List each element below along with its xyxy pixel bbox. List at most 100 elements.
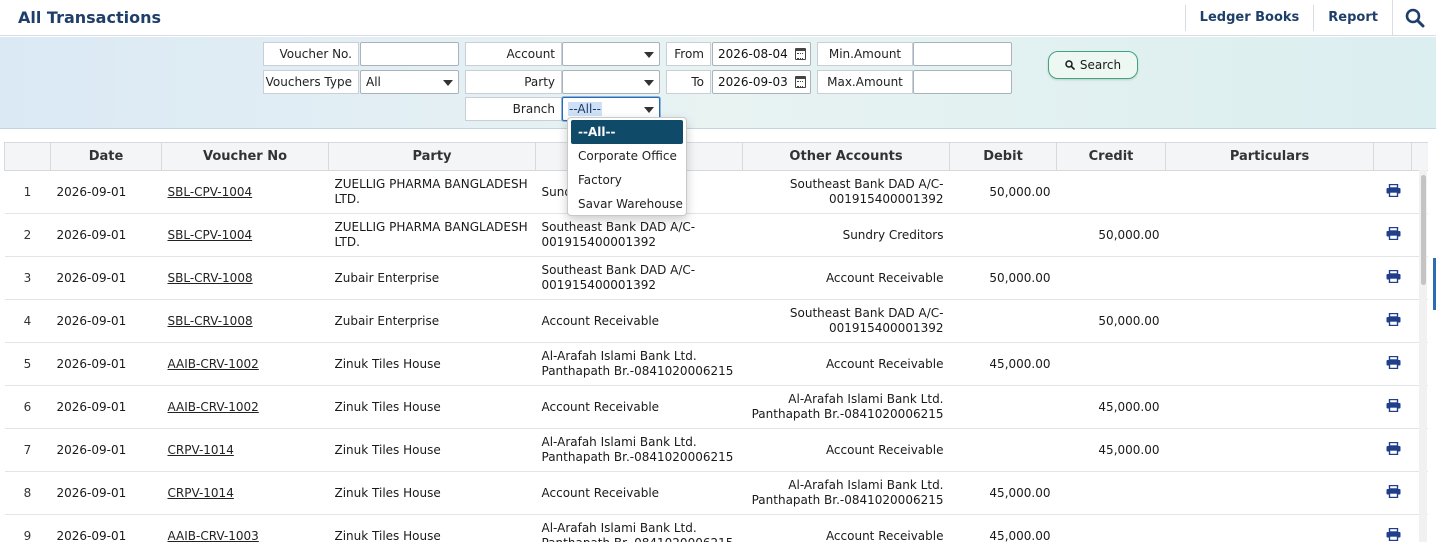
row-date: 2026-09-01: [50, 385, 162, 429]
col-header-other-accounts[interactable]: Other Accounts: [742, 142, 950, 171]
chevron-down-icon: [644, 107, 654, 113]
search-icon: [1405, 8, 1424, 28]
printer-icon[interactable]: [1386, 441, 1400, 455]
row-date: 2026-09-01: [50, 514, 162, 542]
voucher-no-input[interactable]: [360, 42, 459, 66]
print-cell: [1373, 256, 1412, 300]
row-account: Southeast Bank DAD A/C-001915400001392: [535, 256, 743, 300]
row-particulars: [1165, 299, 1374, 343]
voucher-no-link[interactable]: CRPV-1014: [161, 428, 329, 472]
table-scrollbar-thumb[interactable]: [1421, 175, 1426, 285]
search-button-label: Search: [1079, 58, 1122, 72]
search-button[interactable]: Search: [1048, 51, 1138, 79]
branch-label: Branch: [465, 97, 562, 121]
table-row[interactable]: 4 2026-09-01 SBL-CRV-1008 Zubair Enterprise…: [4, 299, 1428, 343]
row-debit: 50,000.00: [949, 256, 1057, 300]
branch-option-all[interactable]: --All--: [571, 120, 683, 144]
row-debit: 50,000.00: [949, 170, 1057, 214]
row-particulars: [1165, 213, 1374, 257]
printer-icon[interactable]: [1386, 527, 1400, 541]
voucher-no-link[interactable]: SBL-CPV-1004: [161, 170, 329, 214]
calendar-icon[interactable]: [795, 76, 806, 88]
row-debit: 45,000.00: [949, 342, 1057, 386]
row-credit: [1056, 342, 1166, 386]
table-row[interactable]: 3 2026-09-01 SBL-CRV-1008 Zubair Enterprise…: [4, 256, 1428, 300]
to-label: To: [666, 70, 711, 94]
print-cell: [1373, 428, 1412, 472]
col-header-voucher-no[interactable]: Voucher No: [161, 142, 329, 171]
party-select[interactable]: [562, 70, 660, 94]
row-index: 4: [4, 299, 51, 343]
col-header-party[interactable]: Party: [328, 142, 536, 171]
printer-icon[interactable]: [1386, 312, 1400, 326]
col-header-index: [4, 142, 51, 171]
col-header-date[interactable]: Date: [50, 142, 162, 171]
row-party: ZUELLIG PHARMA BANGLADESH LTD.: [328, 170, 536, 214]
col-header-actions: [1373, 142, 1412, 171]
printer-icon[interactable]: [1386, 355, 1400, 369]
row-date: 2026-09-01: [50, 342, 162, 386]
voucher-no-link[interactable]: CRPV-1014: [161, 471, 329, 515]
row-date: 2026-09-01: [50, 428, 162, 472]
printer-icon[interactable]: [1386, 269, 1400, 283]
table-row[interactable]: 7 2026-09-01 CRPV-1014 Zinuk Tiles House Al-…: [4, 428, 1428, 472]
row-date: 2026-09-01: [50, 256, 162, 300]
row-particulars: [1165, 342, 1374, 386]
col-header-credit[interactable]: Credit: [1056, 142, 1166, 171]
printer-icon[interactable]: [1386, 226, 1400, 240]
row-account: Al-Arafah Islami Bank Ltd. Panthapath Br…: [535, 428, 743, 472]
col-header-particulars[interactable]: Particulars: [1165, 142, 1374, 171]
row-date: 2026-09-01: [50, 471, 162, 515]
transactions-table-container: Date Voucher No Party Other Accounts Deb…: [4, 142, 1428, 542]
row-other-accounts: Al-Arafah Islami Bank Ltd. Panthapath Br…: [742, 471, 950, 515]
voucher-no-link[interactable]: AAIB-CRV-1002: [161, 342, 329, 386]
to-date-input[interactable]: 2026-09-03: [712, 70, 811, 94]
printer-icon[interactable]: [1386, 183, 1400, 197]
branch-option-savar-warehouse[interactable]: Savar Warehouse: [568, 192, 686, 216]
table-row[interactable]: 9 2026-09-01 AAIB-CRV-1003 Zinuk Tiles Hous…: [4, 514, 1428, 542]
voucher-no-link[interactable]: AAIB-CRV-1002: [161, 385, 329, 429]
row-particulars: [1165, 170, 1374, 214]
max-amount-input[interactable]: [913, 70, 1012, 94]
voucher-no-link[interactable]: SBL-CRV-1008: [161, 256, 329, 300]
row-date: 2026-09-01: [50, 213, 162, 257]
from-label: From: [666, 42, 711, 66]
report-link[interactable]: Report: [1313, 5, 1392, 31]
voucher-no-link[interactable]: SBL-CPV-1004: [161, 213, 329, 257]
top-bar: All Transactions Ledger Books Report: [0, 0, 1436, 36]
ledger-books-link[interactable]: Ledger Books: [1184, 5, 1314, 31]
chevron-down-icon: [443, 80, 453, 86]
printer-icon[interactable]: [1386, 484, 1400, 498]
vouchers-type-select[interactable]: All: [360, 70, 459, 94]
row-party: Zubair Enterprise: [328, 256, 536, 300]
print-cell: [1373, 385, 1412, 429]
global-search-button[interactable]: [1392, 0, 1436, 36]
chevron-down-icon: [644, 80, 654, 86]
table-row[interactable]: 6 2026-09-01 AAIB-CRV-1002 Zinuk Tiles Hous…: [4, 385, 1428, 429]
voucher-no-link[interactable]: AAIB-CRV-1003: [161, 514, 329, 542]
table-row[interactable]: 8 2026-09-01 CRPV-1014 Zinuk Tiles House Acc…: [4, 471, 1428, 515]
table-row[interactable]: 5 2026-09-01 AAIB-CRV-1002 Zinuk Tiles Hous…: [4, 342, 1428, 386]
min-amount-input[interactable]: [913, 42, 1012, 66]
printer-icon[interactable]: [1386, 398, 1400, 412]
table-row[interactable]: 2 2026-09-01 SBL-CPV-1004 ZUELLIG PHARMA BA…: [4, 213, 1428, 257]
row-particulars: [1165, 514, 1374, 542]
row-party: Zubair Enterprise: [328, 299, 536, 343]
row-other-accounts: Sundry Creditors: [742, 213, 950, 257]
row-credit: [1056, 256, 1166, 300]
row-other-accounts: Southeast Bank DAD A/C-001915400001392: [742, 299, 950, 343]
from-date-input[interactable]: 2026-08-04: [712, 42, 811, 66]
account-select[interactable]: [562, 42, 660, 66]
branch-option-corporate-office[interactable]: Corporate Office: [568, 144, 686, 168]
row-other-accounts: Account Receivable: [742, 514, 950, 542]
row-index: 8: [4, 471, 51, 515]
row-other-accounts: Account Receivable: [742, 256, 950, 300]
min-amount-label: Min.Amount: [817, 42, 913, 66]
row-party: Zinuk Tiles House: [328, 342, 536, 386]
row-index: 9: [4, 514, 51, 542]
col-header-debit[interactable]: Debit: [949, 142, 1057, 171]
table-row[interactable]: 1 2026-09-01 SBL-CPV-1004 ZUELLIG PHARMA BA…: [4, 170, 1428, 214]
voucher-no-link[interactable]: SBL-CRV-1008: [161, 299, 329, 343]
branch-option-factory[interactable]: Factory: [568, 168, 686, 192]
calendar-icon[interactable]: [795, 48, 806, 60]
